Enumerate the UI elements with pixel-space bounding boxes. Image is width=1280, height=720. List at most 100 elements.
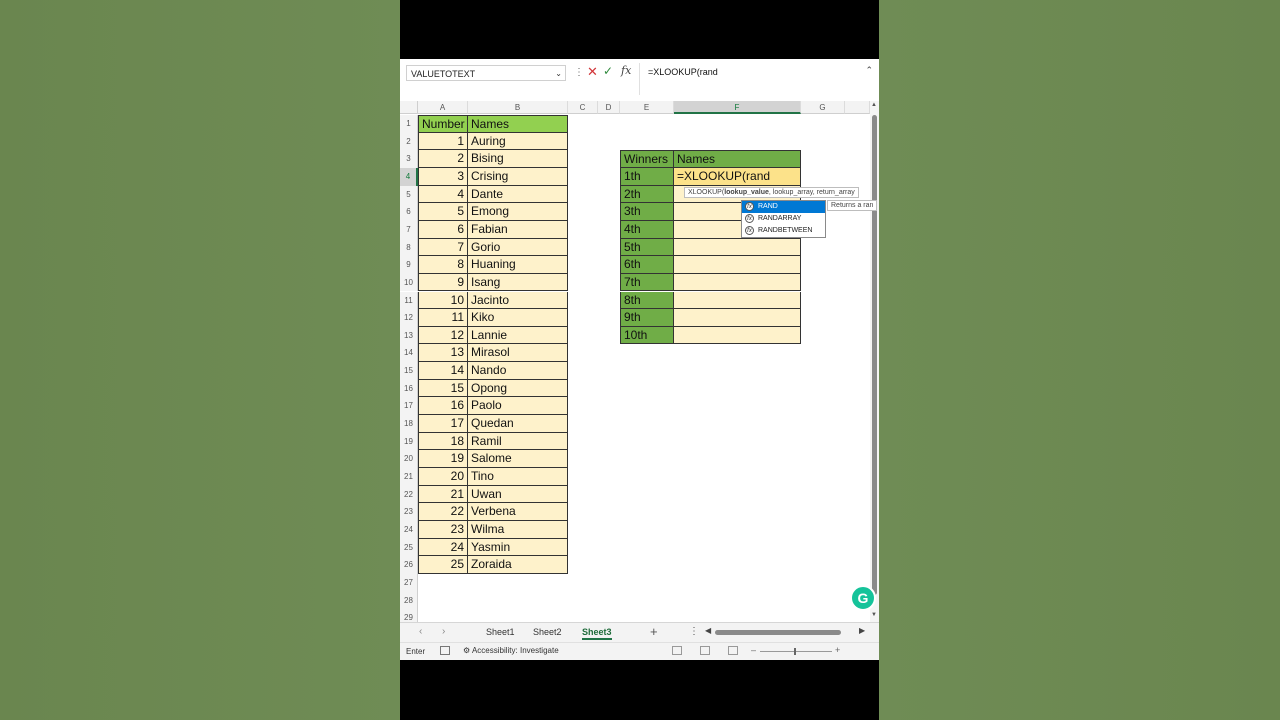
macro-recording-icon[interactable] <box>440 646 450 655</box>
name-cell[interactable]: Verbena <box>468 503 568 521</box>
column-header-g[interactable]: G <box>801 101 845 114</box>
column-header-c[interactable]: C <box>568 101 598 114</box>
name-cell[interactable]: Zoraida <box>468 556 568 574</box>
header-number[interactable]: Number <box>418 115 468 133</box>
number-cell[interactable]: 8 <box>418 256 468 274</box>
row-header-21[interactable]: 21 <box>400 468 418 486</box>
row-header-4[interactable]: 4 <box>400 167 418 186</box>
add-sheet-icon[interactable]: + <box>650 624 658 639</box>
scroll-right-icon[interactable]: ▶ <box>859 626 865 635</box>
number-cell[interactable]: 11 <box>418 309 468 327</box>
row-header-26[interactable]: 26 <box>400 556 418 574</box>
column-header-b[interactable]: B <box>468 101 568 114</box>
more-sheets-icon[interactable]: ⋮ <box>689 626 699 637</box>
winner-name-cell[interactable] <box>674 291 801 310</box>
active-editing-cell[interactable]: =XLOOKUP(rand <box>674 167 801 186</box>
number-cell[interactable]: 22 <box>418 503 468 521</box>
row-header-3[interactable]: 3 <box>400 150 418 168</box>
autocomplete-list[interactable]: fx RAND fx RANDARRAY fx RANDBETWEEN <box>741 200 826 238</box>
number-cell[interactable]: 17 <box>418 415 468 433</box>
column-header-d[interactable]: D <box>598 101 620 114</box>
row-header-12[interactable]: 12 <box>400 309 418 327</box>
row-header-23[interactable]: 23 <box>400 503 418 521</box>
scroll-left-icon[interactable]: ◀ <box>705 626 711 635</box>
zoom-out-icon[interactable]: – <box>751 645 756 655</box>
cancel-icon[interactable]: ✕ <box>587 64 598 80</box>
number-cell[interactable]: 13 <box>418 344 468 363</box>
name-cell[interactable]: Mirasol <box>468 344 568 363</box>
header-winner-names[interactable]: Names <box>674 150 801 168</box>
column-header-e[interactable]: E <box>620 101 674 114</box>
number-cell[interactable]: 15 <box>418 379 468 398</box>
winner-rank-cell[interactable]: 5th <box>620 238 674 257</box>
row-header-16[interactable]: 16 <box>400 379 418 398</box>
name-cell[interactable]: Quedan <box>468 415 568 433</box>
row-header-19[interactable]: 19 <box>400 432 418 451</box>
row-header-7[interactable]: 7 <box>400 220 418 239</box>
row-header-20[interactable]: 20 <box>400 450 418 468</box>
zoom-in-icon[interactable]: + <box>835 645 840 655</box>
header-names[interactable]: Names <box>468 115 568 133</box>
row-header-24[interactable]: 24 <box>400 520 418 539</box>
scroll-up-icon[interactable]: ▲ <box>871 102 877 108</box>
name-cell[interactable]: Dante <box>468 185 568 204</box>
winner-rank-cell[interactable]: 7th <box>620 273 674 292</box>
row-header-14[interactable]: 14 <box>400 344 418 363</box>
zoom-slider[interactable] <box>760 648 832 655</box>
winner-rank-cell[interactable]: 3th <box>620 203 674 221</box>
name-cell[interactable]: Fabian <box>468 220 568 239</box>
collapse-formula-bar-icon[interactable]: ⌃ <box>865 65 873 76</box>
number-cell[interactable]: 6 <box>418 220 468 239</box>
name-cell[interactable]: Crising <box>468 167 568 186</box>
number-cell[interactable]: 2 <box>418 150 468 168</box>
vertical-scroll-thumb[interactable] <box>872 115 877 595</box>
name-cell[interactable]: Lannie <box>468 326 568 345</box>
number-cell[interactable]: 21 <box>418 485 468 504</box>
header-winners[interactable]: Winners <box>620 150 674 168</box>
more-options-icon[interactable]: ⋮ <box>574 67 584 78</box>
previous-sheet-icon[interactable]: ‹ <box>419 626 422 637</box>
horizontal-scroll-thumb[interactable] <box>715 630 841 635</box>
number-cell[interactable]: 25 <box>418 556 468 574</box>
number-cell[interactable]: 9 <box>418 273 468 292</box>
vertical-scrollbar[interactable]: ▲ ▼ <box>870 101 879 623</box>
name-cell[interactable]: Jacinto <box>468 291 568 310</box>
name-cell[interactable]: Opong <box>468 379 568 398</box>
number-cell[interactable]: 1 <box>418 132 468 151</box>
column-header-a[interactable]: A <box>418 101 468 114</box>
name-cell[interactable]: Tino <box>468 468 568 486</box>
number-cell[interactable]: 10 <box>418 291 468 310</box>
name-cell[interactable]: Wilma <box>468 520 568 539</box>
autocomplete-item-rand[interactable]: fx RAND <box>742 201 825 213</box>
winner-rank-cell[interactable]: 1th <box>620 167 674 186</box>
tab-sheet3[interactable]: Sheet3 <box>582 627 612 640</box>
name-cell[interactable]: Emong <box>468 203 568 221</box>
winner-name-cell[interactable] <box>674 238 801 257</box>
worksheet-grid[interactable]: A B C D E F G 1 2 3 4 5 6 7 8 9 10 11 12 13 14 15 16 17 18 19 20 21… <box>400 101 879 627</box>
number-cell[interactable]: 3 <box>418 167 468 186</box>
name-cell[interactable]: Kiko <box>468 309 568 327</box>
number-cell[interactable]: 19 <box>418 450 468 468</box>
select-all-corner[interactable] <box>400 101 418 114</box>
winner-name-cell[interactable] <box>674 309 801 327</box>
row-header-10[interactable]: 10 <box>400 273 418 292</box>
number-cell[interactable]: 7 <box>418 238 468 257</box>
number-cell[interactable]: 24 <box>418 538 468 557</box>
zoom-slider-knob[interactable] <box>794 648 796 655</box>
scroll-down-icon[interactable]: ▼ <box>871 612 877 618</box>
name-cell[interactable]: Salome <box>468 450 568 468</box>
row-header-27[interactable]: 27 <box>400 573 418 592</box>
winner-rank-cell[interactable]: 2th <box>620 185 674 204</box>
name-cell[interactable]: Auring <box>468 132 568 151</box>
accessibility-status[interactable]: ⚙ Accessibility: Investigate <box>463 646 559 655</box>
tab-sheet2[interactable]: Sheet2 <box>533 627 562 637</box>
row-header-22[interactable]: 22 <box>400 485 418 504</box>
next-sheet-icon[interactable]: › <box>442 626 445 637</box>
number-cell[interactable]: 4 <box>418 185 468 204</box>
name-cell[interactable]: Huaning <box>468 256 568 274</box>
winner-rank-cell[interactable]: 10th <box>620 326 674 345</box>
winner-name-cell[interactable] <box>674 273 801 292</box>
row-header-18[interactable]: 18 <box>400 415 418 433</box>
name-cell[interactable]: Yasmin <box>468 538 568 557</box>
insert-function-icon[interactable]: fx <box>621 64 631 77</box>
